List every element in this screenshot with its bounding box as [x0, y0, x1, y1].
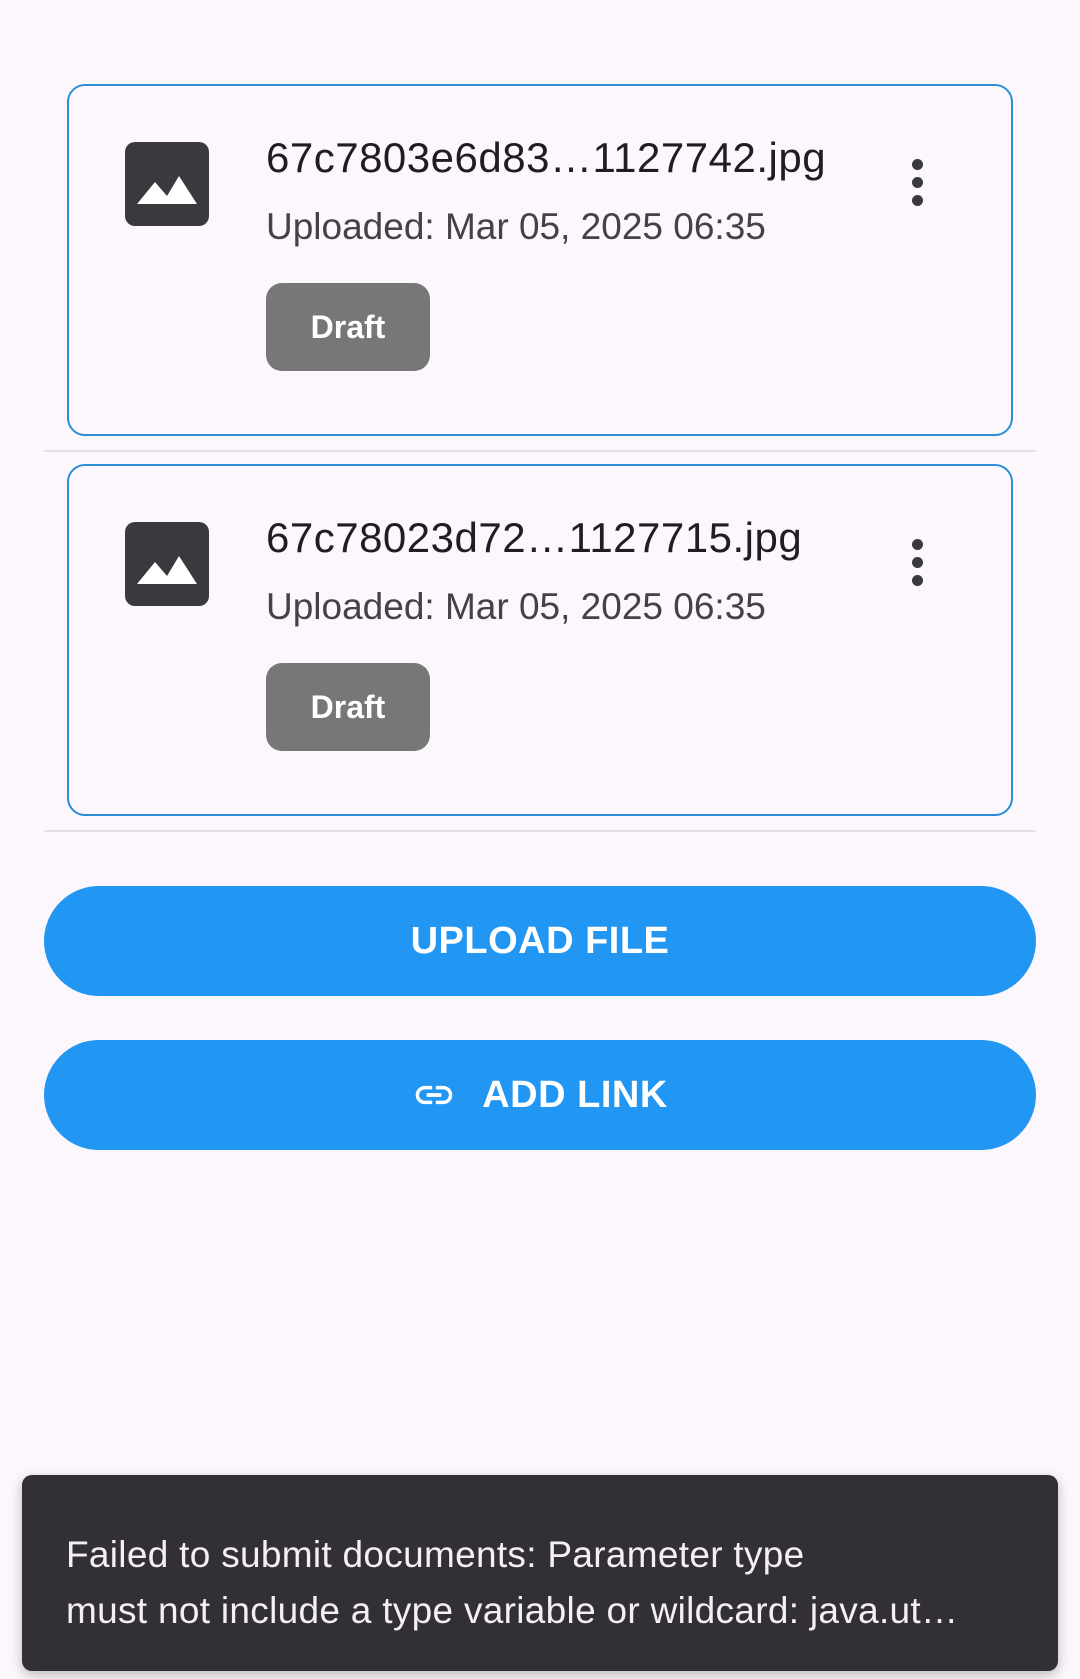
file-card[interactable]: 67c7803e6d83…1127742.jpg Uploaded: Mar 0… [67, 84, 1013, 436]
add-link-button[interactable]: ADD LINK [44, 1040, 1036, 1150]
documents-screen: 67c7803e6d83…1127742.jpg Uploaded: Mar 0… [0, 0, 1080, 1679]
snackbar-message: Failed to submit documents: Parameter ty… [66, 1527, 1014, 1639]
file-card[interactable]: 67c78023d72…1127715.jpg Uploaded: Mar 05… [67, 464, 1013, 816]
error-snackbar: Failed to submit documents: Parameter ty… [22, 1475, 1058, 1671]
image-icon [125, 142, 209, 226]
status-badge: Draft [266, 663, 430, 751]
file-name: 67c78023d72…1127715.jpg [266, 514, 803, 561]
upload-file-label: UPLOAD FILE [410, 919, 670, 962]
status-badge: Draft [266, 283, 430, 371]
upload-file-button[interactable]: UPLOAD FILE [44, 886, 1036, 996]
list-item: 67c7803e6d83…1127742.jpg Uploaded: Mar 0… [44, 84, 1036, 452]
upload-date: Uploaded: Mar 05, 2025 06:35 [266, 586, 766, 627]
link-icon [415, 1085, 453, 1105]
file-name: 67c7803e6d83…1127742.jpg [266, 134, 827, 181]
more-vert-icon[interactable] [881, 526, 953, 598]
upload-date: Uploaded: Mar 05, 2025 06:35 [266, 206, 766, 247]
image-icon [125, 522, 209, 606]
list-item: 67c78023d72…1127715.jpg Uploaded: Mar 05… [44, 452, 1036, 832]
snackbar-line: must not include a type variable or wild… [66, 1590, 959, 1631]
file-list: 67c7803e6d83…1127742.jpg Uploaded: Mar 0… [44, 84, 1036, 832]
more-vert-icon[interactable] [881, 146, 953, 218]
add-link-label: ADD LINK [482, 1073, 668, 1116]
snackbar-line: Failed to submit documents: Parameter ty… [66, 1534, 805, 1575]
